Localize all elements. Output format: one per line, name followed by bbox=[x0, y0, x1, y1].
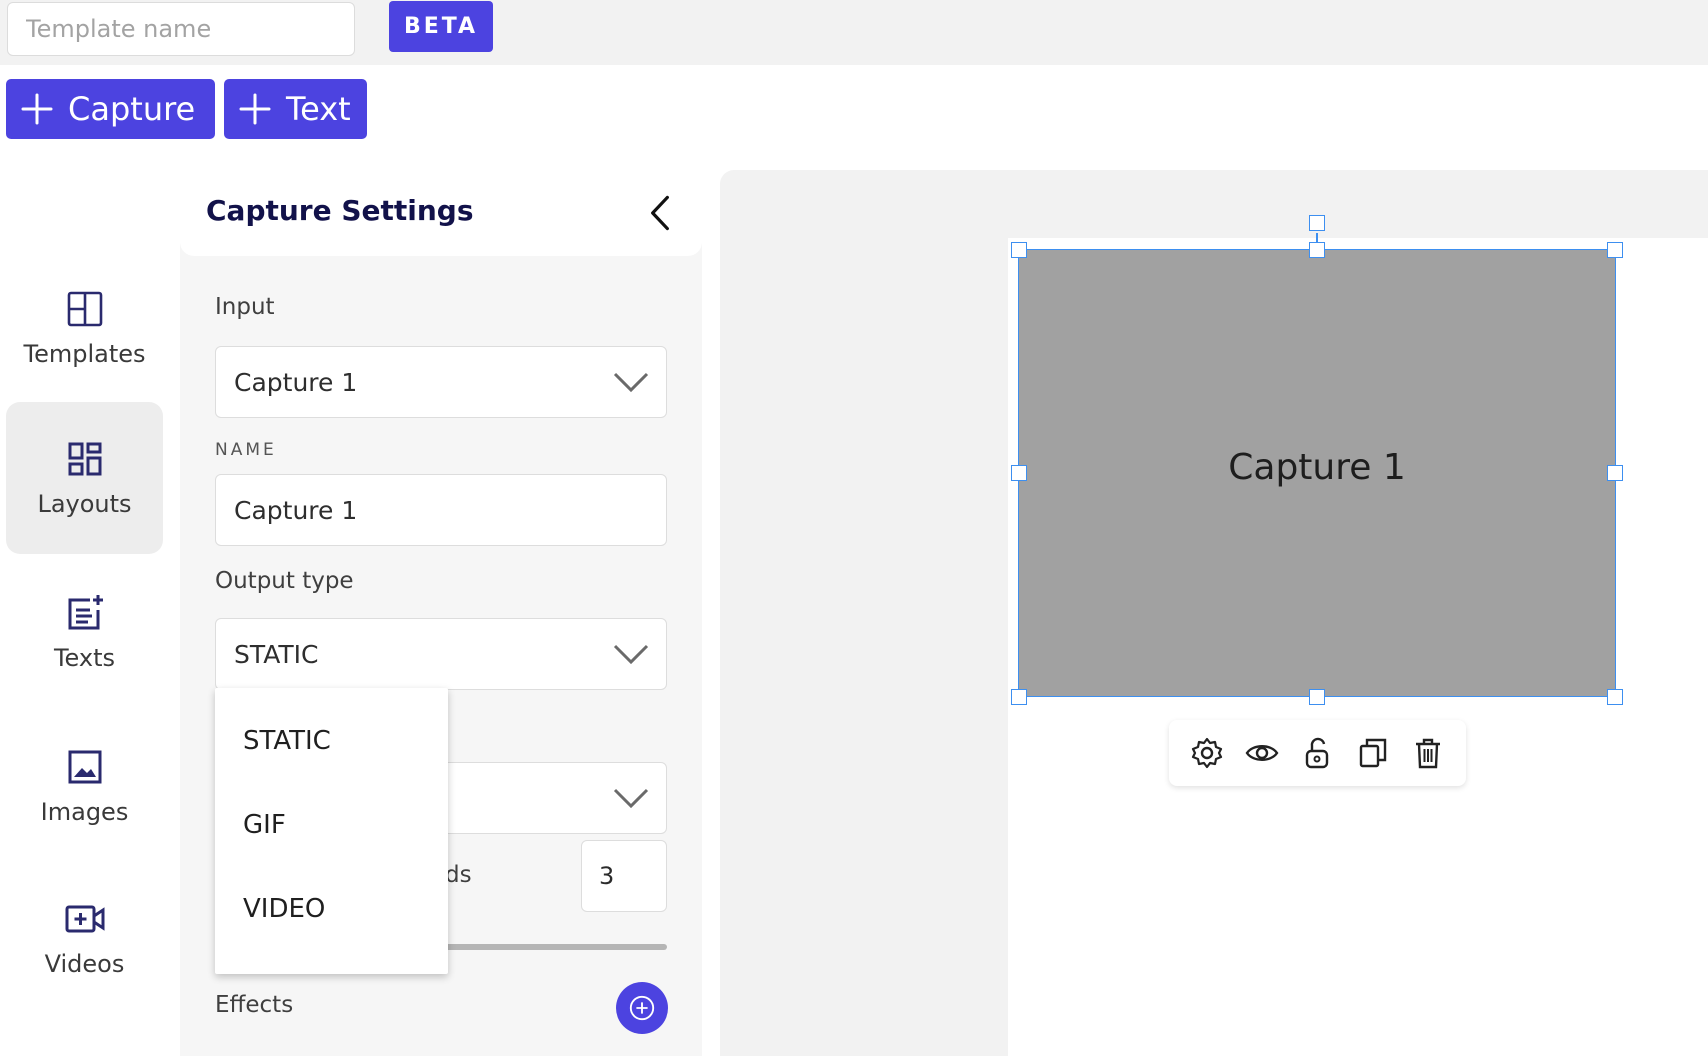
eye-icon[interactable] bbox=[1245, 736, 1279, 770]
images-icon bbox=[68, 750, 101, 784]
videos-icon bbox=[65, 905, 104, 933]
menu-option-static[interactable]: STATIC bbox=[243, 726, 331, 756]
name-input-value: Capture 1 bbox=[234, 495, 358, 525]
number-input[interactable]: 3 bbox=[581, 840, 667, 912]
add-text-label: Text bbox=[286, 90, 351, 128]
plus-circle-icon bbox=[629, 995, 655, 1021]
panel-header: Capture Settings bbox=[180, 170, 702, 256]
template-name-input[interactable] bbox=[7, 2, 355, 56]
plus-icon bbox=[239, 93, 271, 125]
effects-label: Effects bbox=[215, 992, 294, 1018]
input-select[interactable]: Capture 1 bbox=[215, 346, 667, 418]
output-type-select[interactable]: STATIC bbox=[215, 618, 667, 690]
chevron-down-icon bbox=[613, 644, 649, 665]
element-toolbar bbox=[1169, 720, 1466, 786]
nav-label-texts: Texts bbox=[53, 644, 116, 672]
chevron-left-icon bbox=[651, 195, 669, 231]
resize-handle-left[interactable] bbox=[1011, 465, 1027, 481]
nav-item-videos[interactable]: Videos bbox=[6, 862, 163, 1014]
beta-badge: BETA bbox=[389, 1, 493, 52]
nav-label-layouts: Layouts bbox=[37, 490, 132, 518]
duplicate-icon[interactable] bbox=[1356, 736, 1390, 770]
capture-element-label: Capture 1 bbox=[1228, 446, 1406, 488]
partial-label: ds bbox=[445, 862, 472, 888]
add-text-button[interactable]: Text bbox=[224, 79, 367, 139]
slider-track[interactable] bbox=[445, 944, 667, 950]
resize-handle-bottom-left[interactable] bbox=[1011, 689, 1027, 705]
resize-handle-top-right[interactable] bbox=[1607, 242, 1623, 258]
resize-handle-right[interactable] bbox=[1607, 465, 1623, 481]
layouts-icon bbox=[68, 442, 101, 476]
nav-label-videos: Videos bbox=[44, 950, 125, 978]
collapse-panel-button[interactable] bbox=[640, 190, 680, 236]
resize-handle-top[interactable] bbox=[1309, 242, 1325, 258]
panel-title: Capture Settings bbox=[206, 194, 474, 227]
add-effect-button[interactable] bbox=[616, 982, 668, 1034]
output-type-menu: STATIC GIF VIDEO bbox=[215, 688, 448, 974]
chevron-down-icon bbox=[613, 372, 649, 393]
chevron-down-icon bbox=[613, 788, 649, 809]
input-label: Input bbox=[215, 294, 275, 320]
nav-item-templates[interactable]: Templates bbox=[6, 252, 163, 404]
add-capture-button[interactable]: Capture bbox=[6, 79, 215, 139]
unlock-icon[interactable] bbox=[1300, 736, 1334, 770]
resize-handle-bottom-right[interactable] bbox=[1607, 689, 1623, 705]
menu-option-video[interactable]: VIDEO bbox=[243, 894, 325, 924]
name-input[interactable]: Capture 1 bbox=[215, 474, 667, 546]
plus-icon bbox=[21, 93, 53, 125]
resize-handle-bottom[interactable] bbox=[1309, 689, 1325, 705]
menu-option-gif[interactable]: GIF bbox=[243, 810, 286, 840]
output-type-label: Output type bbox=[215, 568, 354, 594]
output-type-value: STATIC bbox=[234, 639, 319, 669]
gear-icon[interactable] bbox=[1190, 736, 1224, 770]
nav-label-templates: Templates bbox=[23, 340, 146, 368]
capture-element[interactable]: Capture 1 bbox=[1018, 249, 1616, 697]
add-capture-label: Capture bbox=[68, 90, 196, 128]
nav-item-images[interactable]: Images bbox=[6, 710, 163, 862]
nav-item-layouts[interactable]: Layouts bbox=[6, 402, 163, 554]
trash-icon[interactable] bbox=[1411, 736, 1445, 770]
rotate-handle[interactable] bbox=[1309, 215, 1325, 231]
input-select-value: Capture 1 bbox=[234, 367, 358, 397]
number-input-value: 3 bbox=[599, 862, 615, 890]
name-label: NAME bbox=[215, 440, 277, 460]
texts-icon bbox=[68, 595, 103, 630]
resize-handle-top-left[interactable] bbox=[1011, 242, 1027, 258]
top-bar: BETA bbox=[0, 0, 1708, 65]
nav-item-texts[interactable]: Texts bbox=[6, 556, 163, 708]
nav-label-images: Images bbox=[40, 798, 129, 826]
templates-icon bbox=[67, 291, 102, 327]
